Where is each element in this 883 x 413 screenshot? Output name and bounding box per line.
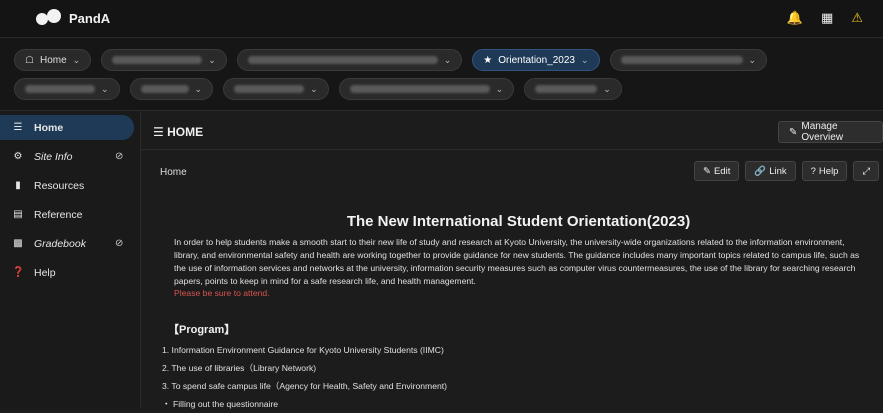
chevron-down-icon: ⌄ xyxy=(208,54,216,65)
blurred-site-name xyxy=(247,56,438,64)
site-pill[interactable]: ⌄ xyxy=(338,78,515,100)
site-pill[interactable]: ⌄ xyxy=(236,49,463,71)
blurred-site-name xyxy=(349,85,490,93)
chevron-down-icon: ⌄ xyxy=(310,83,318,94)
blurred-site-name xyxy=(25,85,95,93)
sidebar-item-label: Home xyxy=(34,121,64,134)
site-pill[interactable]: ⌄ xyxy=(524,78,622,100)
chevron-down-icon: ⌄ xyxy=(443,54,452,65)
top-icons: 🔔 ▦ ⚠ xyxy=(787,10,863,26)
panda-logo[interactable]: PandA xyxy=(36,9,110,27)
list-item: 1. Information Environment Guidance for … xyxy=(162,345,444,355)
widget-toolbar: ✎ Edit 🔗 Link ? Help ⤢ xyxy=(694,161,880,181)
chevron-down-icon: ⌄ xyxy=(495,83,504,94)
expand-icon: ⤢ xyxy=(862,165,871,177)
book-icon: ▩ xyxy=(13,238,23,249)
sidebar-item-site-info[interactable]: ⚙ Site Info ⊘ xyxy=(0,144,140,169)
sidebar-item-gradebook[interactable]: ▩ Gradebook ⊘ xyxy=(0,231,140,256)
tool-sidebar: ☰ Home ⚙ Site Info ⊘ ▮ Resources ▤ Refer… xyxy=(0,111,141,407)
site-pill[interactable]: ⌄ xyxy=(129,78,214,100)
blurred-site-name xyxy=(112,56,203,64)
chevron-down-icon: ⌄ xyxy=(581,54,589,65)
site-pill[interactable]: ⌄ xyxy=(101,49,227,71)
sidebar-item-label: Resources xyxy=(34,179,85,192)
sidebar-item-label: Help xyxy=(34,266,56,279)
chevron-down-icon: ⌄ xyxy=(748,54,757,65)
site-row-2: ⌄ ⌄ ⌄ ⌄ ⌄ xyxy=(14,78,622,100)
site-pill[interactable]: ⌄ xyxy=(14,78,120,100)
panda-logo-icon xyxy=(36,9,62,27)
edit-button[interactable]: ✎ Edit xyxy=(694,161,740,181)
folder-icon: ▮ xyxy=(15,180,21,191)
program-list: 1. Information Environment Guidance for … xyxy=(162,341,447,413)
question-icon: ❓ xyxy=(12,267,25,278)
eye-slash-icon: ⊘ xyxy=(115,238,124,249)
warning-icon[interactable]: ⚠ xyxy=(851,10,863,26)
manage-overview-button[interactable]: ✎ Manage Overview xyxy=(778,121,883,143)
chevron-down-icon: ⌄ xyxy=(603,83,611,94)
program-heading: 【Program】 xyxy=(168,324,236,336)
blurred-site-name xyxy=(234,85,305,93)
pencil-icon: ✎ xyxy=(789,126,798,138)
page-title: ☰ HOME xyxy=(153,125,204,139)
site-active-label: Orientation_2023 xyxy=(498,54,575,66)
attend-note: Please be sure to attend. xyxy=(174,288,270,298)
sidebar-item-help[interactable]: ❓ Help xyxy=(0,260,140,285)
sidebar-item-label: Site Info xyxy=(34,150,73,163)
list-icon: ☰ xyxy=(13,122,23,133)
site-row-1: ☖ Home ⌄ ⌄ ⌄ ★ Orientation_2023 ⌄ ⌄ xyxy=(14,49,768,71)
chevron-down-icon: ⌄ xyxy=(194,83,203,94)
gear-icon: ⚙ xyxy=(13,151,23,162)
list-icon: ☰ xyxy=(153,125,164,139)
link-icon: 🔗 xyxy=(754,165,767,177)
breadcrumb: Home xyxy=(160,167,187,178)
sidebar-item-home[interactable]: ☰ Home xyxy=(0,115,134,140)
main-content: ☰ HOME ✎ Manage Overview Home ✎ Edit 🔗 L… xyxy=(141,111,883,409)
blurred-site-name xyxy=(140,85,189,93)
star-icon: ★ xyxy=(483,54,493,66)
question-icon: ? xyxy=(810,165,816,177)
eye-slash-icon: ⊘ xyxy=(115,151,124,162)
list-item: ・ Filling out the questionnaire xyxy=(162,399,279,409)
document-icon: ▤ xyxy=(13,209,23,220)
blurred-site-name xyxy=(535,85,598,93)
list-item: 3. To spend safe campus life（Agency for … xyxy=(162,381,448,391)
blurred-site-name xyxy=(620,56,743,64)
list-item: 2. The use of libraries（Library Network) xyxy=(162,363,317,373)
site-nav: ☖ Home ⌄ ⌄ ⌄ ★ Orientation_2023 ⌄ ⌄ ⌄ ⌄ … xyxy=(0,38,883,111)
sidebar-item-label: Gradebook xyxy=(34,237,86,250)
expand-button[interactable]: ⤢ xyxy=(853,161,880,181)
site-pill[interactable]: ⌄ xyxy=(609,49,768,71)
link-button[interactable]: 🔗 Link xyxy=(745,161,796,181)
intro-paragraph: In order to help students make a smooth … xyxy=(174,237,860,286)
app-name: PandA xyxy=(69,10,111,26)
sidebar-item-resources[interactable]: ▮ Resources xyxy=(0,173,140,198)
content-title: The New International Student Orientatio… xyxy=(346,213,691,230)
chevron-down-icon: ⌄ xyxy=(101,83,109,94)
divider xyxy=(141,149,883,150)
sidebar-item-reference[interactable]: ▤ Reference xyxy=(0,202,140,227)
grid-icon[interactable]: ▦ xyxy=(821,10,833,26)
chevron-down-icon: ⌄ xyxy=(72,54,81,65)
site-pill[interactable]: ⌄ xyxy=(223,78,329,100)
pencil-icon: ✎ xyxy=(703,165,711,177)
site-home[interactable]: ☖ Home ⌄ xyxy=(14,49,92,71)
site-orientation-2023[interactable]: ★ Orientation_2023 ⌄ xyxy=(472,49,600,71)
help-button[interactable]: ? Help xyxy=(801,161,848,181)
sidebar-item-label: Reference xyxy=(34,208,83,221)
site-home-label: Home xyxy=(39,54,67,66)
top-bar: PandA 🔔 ▦ ⚠ xyxy=(0,0,883,38)
bell-icon[interactable]: 🔔 xyxy=(787,10,803,26)
home-icon: ☖ xyxy=(25,54,34,66)
